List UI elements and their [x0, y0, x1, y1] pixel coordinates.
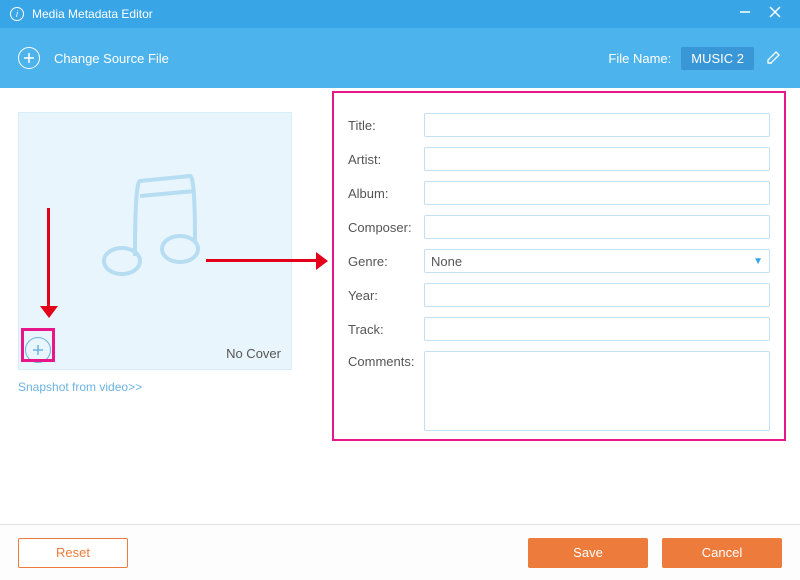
genre-select[interactable]: None ▼ [424, 249, 770, 273]
metadata-form: Title: Artist: Album: Composer: Genre: N… [332, 91, 786, 441]
album-label: Album: [348, 186, 424, 201]
filename-label: File Name: [608, 51, 671, 66]
change-source-label: Change Source File [54, 51, 169, 66]
title-input[interactable] [424, 113, 770, 137]
album-input[interactable] [424, 181, 770, 205]
close-icon [768, 5, 782, 19]
minimize-button[interactable] [730, 5, 760, 24]
year-label: Year: [348, 288, 424, 303]
title-label: Title: [348, 118, 424, 133]
year-input[interactable] [424, 283, 770, 307]
annotation-arrow-right [206, 252, 330, 272]
title-bar: i Media Metadata Editor [0, 0, 800, 28]
app-title: Media Metadata Editor [32, 7, 153, 21]
minimize-icon [738, 5, 752, 19]
chevron-down-icon: ▼ [753, 256, 763, 267]
comments-label: Comments: [348, 351, 424, 369]
pencil-icon [766, 49, 782, 65]
save-button[interactable]: Save [528, 538, 648, 568]
comments-input[interactable] [424, 351, 770, 431]
cancel-button[interactable]: Cancel [662, 538, 782, 568]
genre-label: Genre: [348, 254, 424, 269]
close-button[interactable] [760, 5, 790, 24]
footer: Reset Save Cancel [0, 524, 800, 580]
track-input[interactable] [424, 317, 770, 341]
composer-label: Composer: [348, 220, 424, 235]
composer-input[interactable] [424, 215, 770, 239]
plus-icon [23, 52, 35, 64]
reset-button[interactable]: Reset [18, 538, 128, 568]
change-source-button[interactable] [18, 47, 40, 69]
music-note-icon [90, 161, 220, 291]
toolbar: Change Source File File Name: MUSIC 2 [0, 28, 800, 88]
annotation-arrow-down [40, 208, 60, 318]
info-icon: i [10, 7, 24, 21]
artist-input[interactable] [424, 147, 770, 171]
edit-filename-button[interactable] [766, 49, 782, 68]
main-area: No Cover Snapshot from video>> Title: Ar… [0, 88, 800, 524]
track-label: Track: [348, 322, 424, 337]
artist-label: Artist: [348, 152, 424, 167]
snapshot-from-video-link[interactable]: Snapshot from video>> [18, 380, 142, 394]
filename-value[interactable]: MUSIC 2 [681, 47, 754, 70]
genre-selected-value: None [431, 254, 462, 269]
annotation-box-add-cover [21, 328, 55, 362]
no-cover-text: No Cover [226, 346, 281, 361]
